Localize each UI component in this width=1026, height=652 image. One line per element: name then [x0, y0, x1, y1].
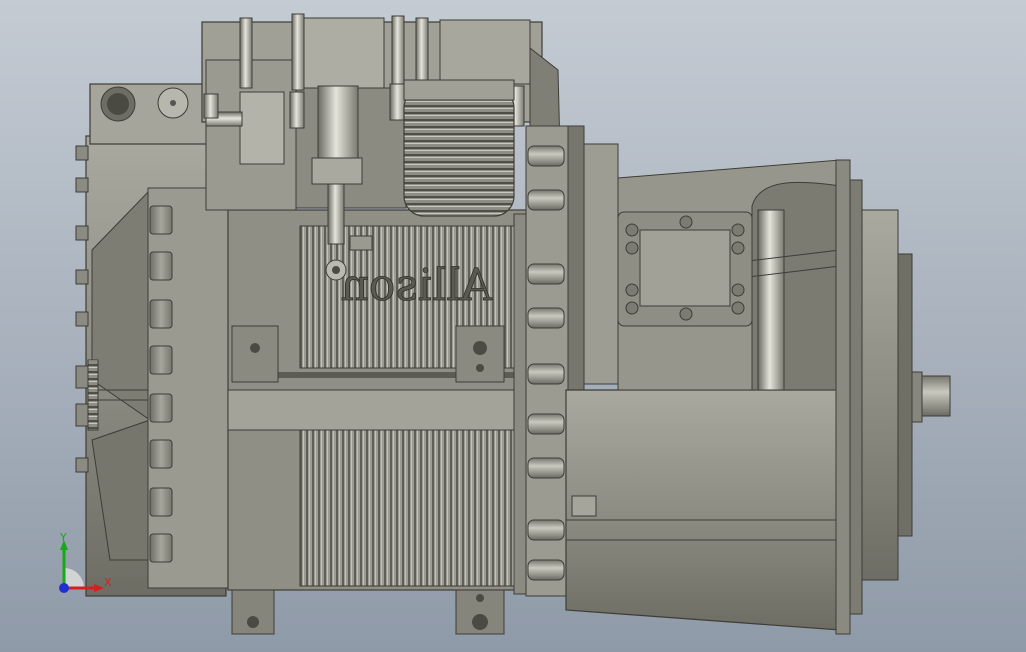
triad-y-label: Y — [59, 532, 67, 544]
view-orientation-triad: Y X — [59, 532, 112, 593]
oil-filter — [403, 79, 515, 217]
output-flange — [835, 159, 951, 635]
transmission-model[interactable]: Allison — [0, 0, 1026, 652]
engraved-brand-text: Allison — [341, 260, 493, 311]
graphics-viewport[interactable]: Allison Y X — [0, 0, 1026, 652]
triad-x-label: X — [104, 576, 112, 589]
